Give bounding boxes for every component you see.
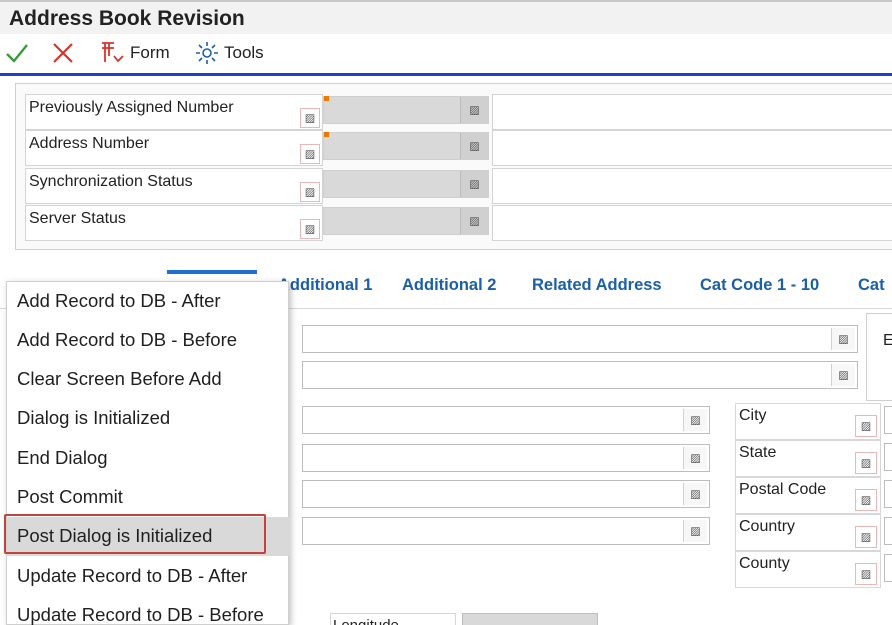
visual-assist-icon[interactable]: ▨	[300, 144, 320, 164]
visual-assist-icon[interactable]: ▨	[460, 133, 488, 159]
longitude-field[interactable]	[462, 613, 598, 625]
address-line-2-field[interactable]: ▨	[302, 444, 710, 472]
form-menu-icon	[102, 42, 124, 63]
visual-assist-icon[interactable]: ▨	[300, 219, 320, 239]
toolbar-accent-line	[0, 73, 892, 76]
server-status-label-text: Server Status	[29, 210, 126, 227]
address-line-3-field[interactable]: ▨	[302, 480, 710, 508]
header-row-address-number: Address Number ▨ ▨ ▨	[25, 130, 892, 166]
header-row-previous-number: Previously Assigned Number ▨ ▨ ▨	[25, 94, 892, 130]
postal-code-label-box: Postal Code ▨	[735, 477, 881, 514]
required-marker	[324, 96, 329, 101]
visual-assist-icon[interactable]: ▨	[683, 447, 707, 469]
menu-item-dialog-is-initialized[interactable]: Dialog is Initialized	[7, 399, 290, 438]
visual-assist-icon[interactable]: ▨	[855, 563, 877, 585]
state-field[interactable]	[884, 443, 892, 471]
form-menu-label: Form	[130, 43, 170, 62]
alpha-name-field[interactable]: ▨	[302, 361, 858, 389]
right-panel-edge: E	[866, 313, 892, 401]
tab-additional-1[interactable]: Additional 1	[278, 276, 372, 295]
country-label-box: Country ▨	[735, 514, 881, 551]
address-number-label: Address Number ▨	[25, 130, 323, 166]
visual-assist-icon[interactable]: ▨	[855, 526, 877, 548]
ok-button[interactable]	[4, 40, 30, 66]
visual-assist-icon[interactable]: ▨	[855, 452, 877, 474]
visual-assist-icon[interactable]: ▨	[683, 483, 707, 505]
server-status-field[interactable]: ▨	[323, 207, 489, 235]
form-menu-button[interactable]: Form	[98, 40, 170, 66]
title-bar: Address Book Revision	[0, 0, 892, 34]
tab-cat-code-1-10[interactable]: Cat Code 1 - 10	[700, 276, 819, 295]
visual-assist-icon[interactable]: ▨	[460, 208, 488, 234]
menu-item-end-dialog[interactable]: End Dialog	[7, 439, 290, 478]
county-field[interactable]	[884, 554, 892, 582]
sync-status-description: ▨	[492, 168, 892, 204]
longitude-label: Longitude	[333, 617, 399, 625]
visual-assist-icon[interactable]: ▨	[683, 520, 707, 542]
visual-assist-icon[interactable]: ▨	[831, 364, 855, 386]
sync-status-label-text: Synchronization Status	[29, 173, 193, 190]
county-label-box: County ▨	[735, 551, 881, 588]
tab-related-address[interactable]: Related Address	[532, 276, 662, 295]
address-number-description: ▨	[492, 130, 892, 166]
tools-menu-label: Tools	[224, 43, 264, 62]
menu-item-update-record-before[interactable]: Update Record to DB - Before	[7, 596, 290, 625]
tab-additional-2[interactable]: Additional 2	[402, 276, 496, 295]
x-icon	[53, 43, 73, 63]
previous-number-label: Previously Assigned Number ▨	[25, 94, 323, 130]
postal-code-field[interactable]	[884, 480, 892, 508]
menu-item-add-record-before[interactable]: Add Record to DB - Before	[7, 321, 290, 360]
sync-status-label: Synchronization Status ▨	[25, 168, 323, 204]
sync-status-field[interactable]: ▨	[323, 170, 489, 198]
server-status-label: Server Status ▨	[25, 205, 323, 241]
country-label: Country	[739, 518, 796, 535]
previous-number-label-text: Previously Assigned Number	[29, 99, 234, 116]
visual-assist-icon[interactable]: ▨	[460, 171, 488, 197]
county-label: County	[739, 555, 790, 572]
state-label-box: State ▨	[735, 440, 881, 477]
country-field[interactable]	[884, 517, 892, 545]
city-label: City	[739, 407, 767, 424]
postal-code-label: Postal Code	[739, 481, 827, 498]
menu-item-add-record-after[interactable]: Add Record to DB - After	[7, 282, 290, 321]
menu-item-clear-screen-before-add[interactable]: Clear Screen Before Add	[7, 360, 290, 399]
event-dropdown-menu: Add Record to DB - After Add Record to D…	[6, 281, 290, 625]
right-panel-partial-label: E	[883, 332, 892, 349]
visual-assist-icon[interactable]: ▨	[855, 415, 877, 437]
selected-item-highlight	[4, 514, 266, 554]
visual-assist-icon[interactable]: ▨	[683, 409, 707, 431]
longitude-label-box: Longitude	[330, 613, 456, 625]
visual-assist-icon[interactable]: ▨	[300, 108, 320, 128]
check-icon	[6, 44, 28, 63]
menu-item-post-commit[interactable]: Post Commit	[7, 478, 290, 517]
previous-number-field[interactable]: ▨	[323, 96, 489, 124]
cancel-button[interactable]	[50, 40, 76, 66]
previous-number-description: ▨	[492, 94, 892, 130]
tools-menu-button[interactable]: Tools	[194, 40, 264, 66]
address-number-label-text: Address Number	[29, 135, 150, 152]
visual-assist-icon[interactable]: ▨	[855, 489, 877, 511]
visual-assist-icon[interactable]: ▨	[831, 328, 855, 350]
header-row-sync-status: Synchronization Status ▨ ▨ ▨	[25, 168, 892, 204]
page-title: Address Book Revision	[9, 7, 245, 30]
toolbar: Form Tools	[0, 34, 892, 74]
address-line-1-field[interactable]: ▨	[302, 406, 710, 434]
header-row-server-status: Server Status ▨ ▨ ▨	[25, 205, 892, 241]
city-label-box: City ▨	[735, 403, 881, 440]
tab-cat-partial[interactable]: Cat	[858, 276, 885, 295]
visual-assist-icon[interactable]: ▨	[460, 97, 488, 123]
address-line-4-field[interactable]: ▨	[302, 517, 710, 545]
state-label: State	[739, 444, 777, 461]
address-number-field[interactable]: ▨	[323, 132, 489, 160]
server-status-description: ▨	[492, 205, 892, 241]
menu-item-update-record-after[interactable]: Update Record to DB - After	[7, 557, 290, 596]
gear-icon	[196, 42, 218, 64]
city-field[interactable]	[884, 406, 892, 434]
mailing-name-field[interactable]: ▨	[302, 325, 858, 353]
required-marker	[324, 132, 329, 137]
visual-assist-icon[interactable]: ▨	[300, 182, 320, 202]
